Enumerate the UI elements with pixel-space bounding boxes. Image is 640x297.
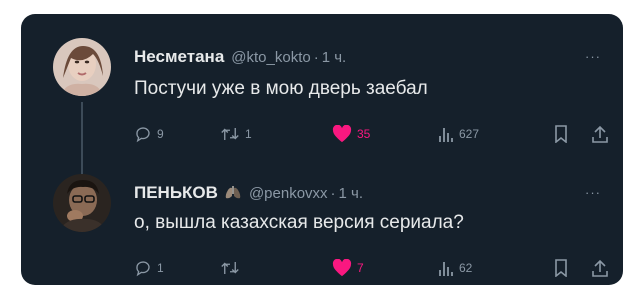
views-icon — [438, 125, 454, 143]
views-count: 627 — [459, 127, 480, 141]
bookmark-icon — [554, 125, 568, 143]
tweet-text: Постучи уже в мою дверь заебал — [134, 78, 428, 99]
tweet-actions: 9 1 35 627 — [134, 124, 608, 144]
retweet-button[interactable]: 1 — [220, 124, 252, 144]
share-icon — [592, 125, 608, 143]
reply-count: 9 — [157, 127, 164, 141]
reply-icon — [134, 125, 152, 143]
tweet-2[interactable]: ПЕНЬКОВ @penkovxx · 1 ч. ··· о, вышла ка… — [21, 164, 623, 285]
reply-button[interactable]: 1 — [134, 258, 164, 278]
separator-dot: · — [313, 48, 319, 66]
lungs-emoji-icon — [224, 186, 242, 200]
handle[interactable]: @penkovxx — [249, 185, 328, 202]
heart-icon — [332, 259, 352, 277]
tweet-header: ПЕНЬКОВ @penkovxx · 1 ч. — [134, 182, 584, 204]
bookmark-icon — [554, 259, 568, 277]
display-name[interactable]: Несметана — [134, 47, 224, 67]
retweet-button[interactable] — [220, 258, 245, 278]
separator-dot: · — [330, 184, 336, 202]
retweet-icon — [220, 125, 240, 143]
avatar[interactable] — [53, 38, 111, 96]
views-icon — [438, 259, 454, 277]
timestamp[interactable]: 1 ч. — [339, 185, 364, 202]
more-icon[interactable]: ··· — [585, 49, 601, 64]
share-icon — [592, 259, 608, 277]
bookmark-button[interactable] — [554, 258, 568, 278]
timestamp[interactable]: 1 ч. — [322, 49, 347, 66]
views-count: 62 — [459, 261, 473, 275]
share-button[interactable] — [592, 124, 608, 144]
avatar[interactable] — [53, 174, 111, 232]
like-button[interactable]: 35 — [332, 124, 370, 144]
reply-button[interactable]: 9 — [134, 124, 164, 144]
share-button[interactable] — [592, 258, 608, 278]
handle[interactable]: @kto_kokto — [231, 49, 310, 66]
like-count: 35 — [357, 127, 371, 141]
more-icon[interactable]: ··· — [585, 185, 601, 200]
heart-icon — [332, 125, 352, 143]
bookmark-button[interactable] — [554, 124, 568, 144]
display-name[interactable]: ПЕНЬКОВ — [134, 183, 218, 203]
tweet-header: Несметана @kto_kokto · 1 ч. — [134, 46, 584, 68]
tweet-text: о, вышла казахская версия сериала? — [134, 212, 464, 233]
tweet-actions: 1 7 62 — [134, 258, 608, 278]
tweet-1[interactable]: Несметана @kto_kokto · 1 ч. ··· Постучи … — [21, 28, 623, 174]
reply-count: 1 — [157, 261, 164, 275]
reply-icon — [134, 259, 152, 277]
views-button[interactable]: 627 — [438, 124, 479, 144]
like-button[interactable]: 7 — [332, 258, 364, 278]
like-count: 7 — [357, 261, 364, 275]
tweet-thread-card: Несметана @kto_kokto · 1 ч. ··· Постучи … — [21, 14, 623, 285]
retweet-count: 1 — [245, 127, 252, 141]
views-button[interactable]: 62 — [438, 258, 472, 278]
retweet-icon — [220, 259, 240, 277]
